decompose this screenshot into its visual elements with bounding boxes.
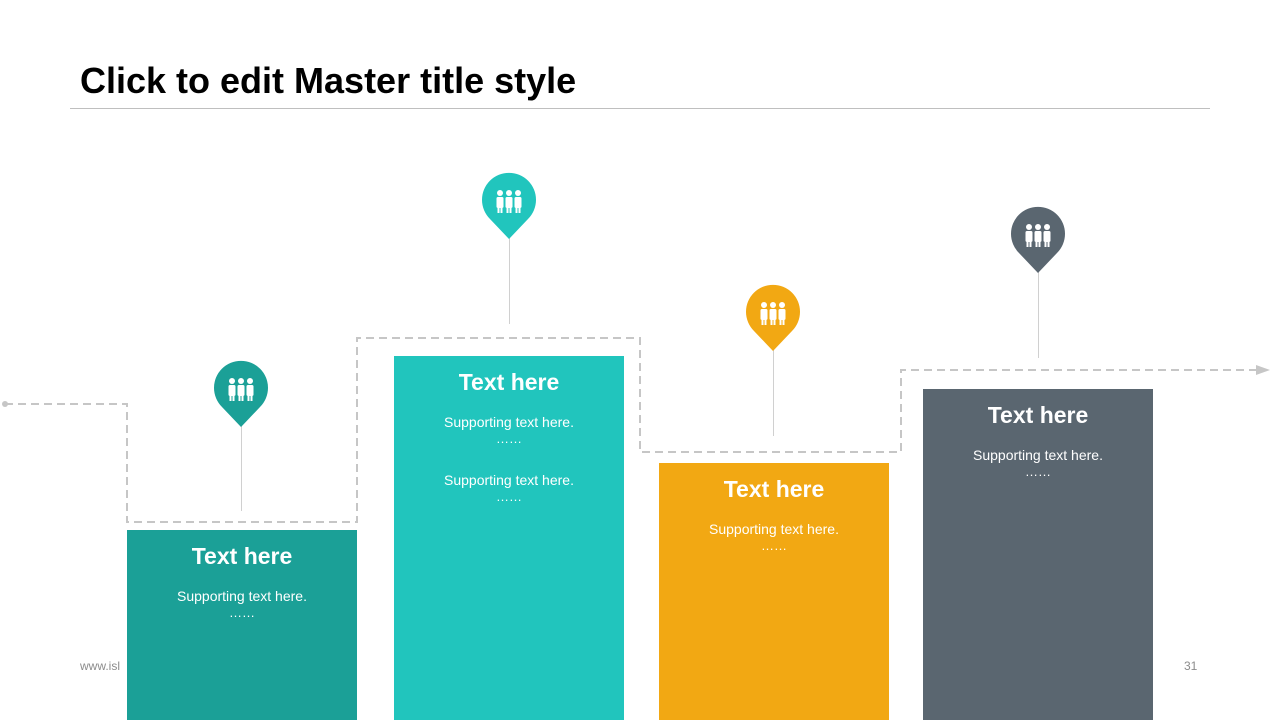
step-2-card[interactable]: Text here Supporting text here. …… Suppo… <box>394 356 624 720</box>
step-2-pin <box>482 172 536 239</box>
step-3-stem <box>773 350 774 436</box>
step-4-card[interactable]: Text here Supporting text here. …… <box>923 389 1153 720</box>
step-2-stem <box>509 238 510 324</box>
step-4-pin <box>1011 206 1065 273</box>
step-3-ellipsis: …… <box>761 538 787 553</box>
step-1-supporting-text: Supporting text here. <box>177 588 307 604</box>
step-3-title: Text here <box>723 476 825 502</box>
step-2-title: Text here <box>458 369 560 395</box>
step-2-ellipsis-2: …… <box>496 489 522 504</box>
step-4-supporting-text: Supporting text here. <box>973 447 1103 463</box>
step-1-title: Text here <box>191 543 293 569</box>
step-4-ellipsis: …… <box>1025 464 1051 479</box>
step-3-supporting-text: Supporting text here. <box>709 521 839 537</box>
step-1-card[interactable]: Text here Supporting text here. …… <box>127 530 357 720</box>
connector-arrowhead <box>1256 365 1270 375</box>
step-2-ellipsis-1: …… <box>496 431 522 446</box>
step-4-stem <box>1038 272 1039 358</box>
step-1-ellipsis: …… <box>229 605 255 620</box>
step-4-title: Text here <box>987 402 1089 428</box>
step-1-pin <box>214 360 268 427</box>
step-3-card[interactable]: Text here Supporting text here. …… <box>659 463 889 720</box>
step-3-pin <box>746 284 800 351</box>
page-number: 31 <box>1184 659 1198 673</box>
step-2-supporting-text-1: Supporting text here. <box>444 414 574 430</box>
footer-url: www.isl <box>80 659 121 673</box>
step-1-stem <box>241 425 242 511</box>
step-2-supporting-text-2: Supporting text here. <box>444 472 574 488</box>
